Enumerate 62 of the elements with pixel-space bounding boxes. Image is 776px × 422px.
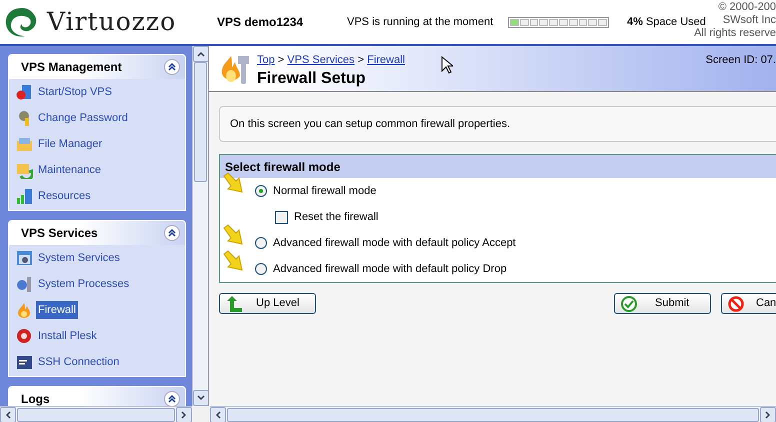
panel-heading: Select firewall mode — [220, 155, 776, 178]
panel-title: VPS Management — [21, 59, 122, 76]
copyright-text: © 2000-200 — [718, 0, 776, 14]
option-label: Normal firewall mode — [273, 184, 376, 199]
sidebar-link[interactable]: Firewall — [36, 300, 78, 320]
sidebar-link[interactable]: System Services — [36, 248, 122, 268]
radio-button[interactable] — [255, 237, 267, 249]
up-arrow-icon — [226, 296, 242, 312]
scroll-left-icon — [215, 410, 221, 418]
sidebar-link[interactable]: SSH Connection — [36, 352, 122, 372]
page-title: Firewall Setup — [257, 68, 366, 88]
scroll-up-icon — [197, 51, 205, 57]
check-icon — [621, 296, 637, 312]
breadcrumb-link[interactable]: Top — [257, 54, 275, 66]
folder-icon — [16, 162, 33, 178]
sidebar-link[interactable]: Start/Stop VPS — [36, 82, 114, 102]
copyright-text: All rights reserve — [694, 26, 776, 40]
scrollbar[interactable] — [0, 406, 192, 422]
scroll-right-icon — [765, 410, 771, 418]
scrollbar[interactable] — [210, 406, 776, 422]
collapse-icon[interactable] — [164, 225, 180, 241]
sidebar-link[interactable]: File Manager — [36, 134, 104, 154]
vps-status: VPS is running at the moment — [347, 14, 494, 30]
breadcrumb-link[interactable]: VPS Services — [287, 54, 355, 66]
option-label: Advanced firewall mode with default policy Accept — [273, 236, 516, 251]
button[interactable]: Up Level — [219, 293, 316, 314]
sidebar-link[interactable]: System Processes — [36, 274, 132, 294]
checkbox[interactable] — [275, 210, 288, 224]
option-label: Advanced firewall mode with default policy Drop — [273, 262, 507, 277]
scrollbar[interactable] — [192, 46, 208, 406]
button[interactable]: Can — [721, 293, 776, 314]
collapse-icon[interactable] — [164, 59, 180, 75]
logo-text: Virtuozzo — [47, 6, 176, 38]
radio-button[interactable] — [255, 263, 267, 275]
mouse-cursor-icon — [441, 56, 453, 74]
bar-chart-icon — [16, 188, 33, 204]
collapse-icon[interactable] — [164, 391, 180, 406]
breadcrumb-link[interactable]: Firewall — [367, 54, 405, 66]
option-label: Reset the firewall — [294, 210, 378, 225]
no-entry-icon — [728, 296, 744, 312]
window-icon — [16, 250, 33, 266]
scroll-right-icon — [181, 410, 187, 418]
breadcrumb-separator: > — [356, 54, 366, 66]
sidebar-link[interactable]: Change Password — [36, 108, 130, 128]
copyright-text: SWsoft Inc — [722, 14, 776, 26]
sidebar-link[interactable]: Resources — [36, 186, 93, 206]
power-icon — [16, 84, 33, 100]
panel-title: VPS Services — [21, 225, 98, 242]
breadcrumb-separator: > — [276, 54, 286, 66]
info-text: On this screen you can setup common firewall properties. — [230, 116, 510, 132]
scroll-down-icon — [197, 395, 205, 401]
panel-title: Logs — [21, 391, 50, 406]
radio-button[interactable] — [255, 185, 267, 197]
folder-icon — [16, 136, 33, 152]
screen-id: Screen ID: 07. — [706, 53, 776, 68]
vps-name: VPS demo1234 — [217, 14, 304, 31]
scroll-left-icon — [5, 410, 11, 418]
button[interactable]: Submit — [614, 293, 711, 314]
sidebar-link[interactable]: Maintenance — [36, 160, 103, 180]
flame-icon — [16, 302, 33, 318]
sidebar-link[interactable]: Install Plesk — [36, 326, 99, 346]
terminal-icon — [16, 354, 33, 370]
